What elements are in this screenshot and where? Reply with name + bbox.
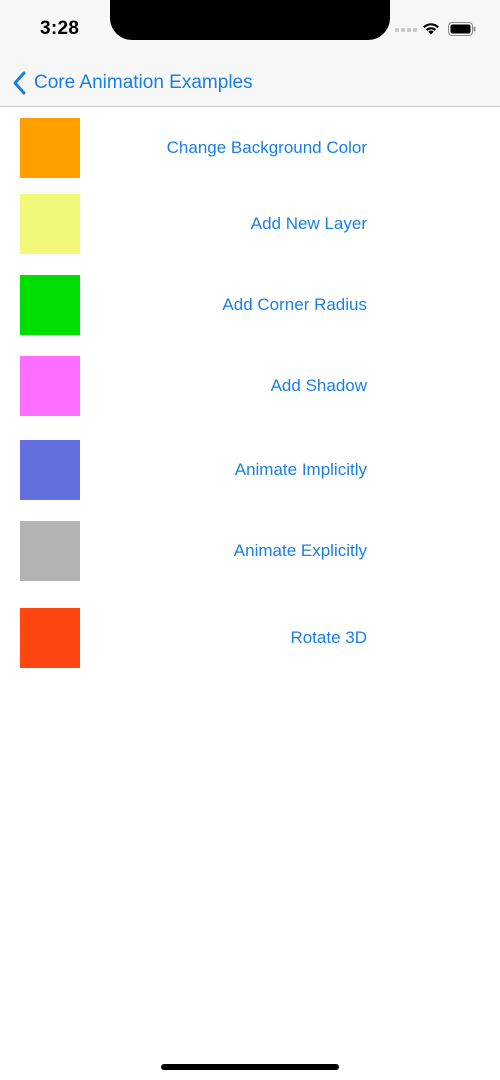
color-swatch — [20, 194, 80, 254]
device-notch — [110, 0, 390, 40]
example-row: Change Background Color — [0, 118, 500, 178]
example-row: Add Corner Radius — [0, 275, 500, 335]
color-swatch — [20, 440, 80, 500]
color-swatch — [20, 356, 80, 416]
navigation-bar: Core Animation Examples — [0, 62, 500, 107]
animate-explicitly-button[interactable]: Animate Explicitly — [234, 521, 367, 581]
home-indicator[interactable] — [161, 1064, 339, 1070]
add-new-layer-button[interactable]: Add New Layer — [251, 194, 367, 254]
example-row: Rotate 3D — [0, 608, 500, 668]
cellular-signal-icon — [395, 28, 417, 32]
example-row: Animate Explicitly — [0, 521, 500, 581]
color-swatch — [20, 521, 80, 581]
status-time: 3:28 — [40, 18, 80, 39]
example-row: Add New Layer — [0, 194, 500, 254]
back-button-label: Core Animation Examples — [34, 72, 253, 93]
rotate-3d-button[interactable]: Rotate 3D — [290, 608, 367, 668]
back-button[interactable]: Core Animation Examples — [12, 66, 253, 100]
add-shadow-button[interactable]: Add Shadow — [271, 356, 367, 416]
status-bar: 3:28 — [0, 0, 500, 62]
color-swatch — [20, 118, 80, 178]
example-row: Add Shadow — [0, 356, 500, 416]
battery-icon — [448, 22, 476, 36]
wifi-icon — [423, 23, 439, 35]
color-swatch — [20, 608, 80, 668]
animate-implicitly-button[interactable]: Animate Implicitly — [235, 440, 367, 500]
color-swatch — [20, 275, 80, 335]
example-row: Animate Implicitly — [0, 440, 500, 500]
add-corner-radius-button[interactable]: Add Corner Radius — [222, 275, 367, 335]
chevron-left-icon — [13, 71, 26, 95]
change-background-color-button[interactable]: Change Background Color — [167, 118, 367, 178]
